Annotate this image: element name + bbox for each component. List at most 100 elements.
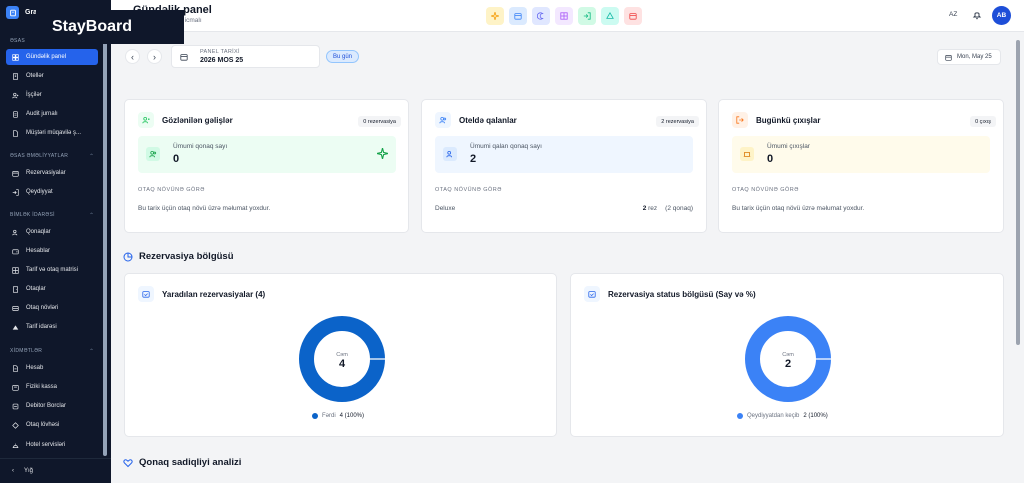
sidebar-section-main: ƏSAS — [10, 38, 25, 44]
metric-label: Ümumi qalan qonaq sayı — [470, 143, 542, 150]
current-date-text: Mon, May 25 — [957, 54, 992, 60]
sidebar-item-label: Hesablar — [26, 248, 51, 254]
empty-note: Bu tarix üçün otaq növü üzrə məlumat yox… — [732, 205, 865, 212]
grid-icon — [560, 12, 568, 20]
sidebar-item-label: Tarif idarəsi — [26, 324, 57, 330]
sidebar-item-label: Otaq növləri — [26, 305, 59, 311]
cash-icon — [12, 384, 19, 391]
sidebar-item-rooms[interactable]: Otaqlar — [6, 281, 98, 297]
panel-date-picker[interactable]: PANEL TARİXİ 2026 MOS 25 — [171, 45, 320, 68]
current-date-pill[interactable]: Mon, May 25 — [937, 49, 1001, 65]
debt-icon — [12, 403, 19, 409]
language-switcher[interactable]: AZ — [949, 11, 957, 18]
quick-action-button[interactable] — [486, 7, 504, 25]
quick-action-button[interactable] — [555, 7, 573, 25]
empty-note: Bu tarix üçün otaq növü üzrə məlumat yox… — [138, 205, 271, 212]
sidebar-item-label: Gündəlik panel — [26, 54, 67, 60]
bell-icon[interactable] — [972, 10, 982, 20]
sidebar-item-invoice[interactable]: Hesab — [6, 360, 98, 376]
group-label: OTAQ NÖVÜNƏ GÖRƏ — [435, 187, 502, 193]
panel-date-value: 2026 MOS 25 — [200, 57, 244, 64]
sidebar-item-daily-panel[interactable]: Gündəlik panel — [6, 49, 98, 65]
metric-box: Ümumi qonaq sayı 0 — [138, 136, 396, 173]
card-badge: 0 çıxış — [970, 116, 996, 127]
donut-chart: Cəm2 — [745, 316, 832, 402]
sidebar-section-label: BİMLƏK İDARƏSİ — [10, 212, 55, 218]
sidebar-scrollbar[interactable] — [103, 40, 107, 456]
sidebar-item-label: Qonaqlar — [26, 229, 51, 235]
metric-value: 0 — [767, 153, 774, 165]
sidebar-item-label: Rezervasiyalar — [26, 170, 66, 176]
sidebar-item-room-types[interactable]: Otaq növləri — [6, 300, 98, 316]
calendar-icon — [180, 54, 188, 61]
in-house-card: Oteldə qalanlar 2 rezervasiya Ümumi qala… — [421, 99, 707, 233]
sidebar-section-label: XİDMƏTLƏR — [10, 348, 43, 354]
sidebar-item-room-board[interactable]: Otaq lövhəsi — [6, 417, 98, 433]
quick-action-button[interactable] — [532, 7, 550, 25]
card-badge: 0 rezervasiya — [358, 116, 401, 127]
metric-box: Ümumi çıxışlar 0 — [732, 136, 990, 173]
layers-icon — [12, 305, 19, 311]
sidebar-item-audit-log[interactable]: Audit jurnalı — [6, 106, 98, 122]
audit-icon — [13, 110, 18, 118]
room-type-count: 2 — [642, 205, 647, 212]
sidebar-item-label: Müştəri müqavilə ş... — [26, 130, 82, 136]
quick-action-button[interactable] — [578, 7, 596, 25]
sparkle-icon — [491, 12, 499, 20]
room-type-unit: rez — [648, 205, 658, 212]
triangle-icon — [606, 12, 614, 19]
section-title: Qonaq sadiqliyi analizi — [139, 457, 242, 468]
sidebar-item-guests[interactable]: Qonaqlar — [6, 224, 98, 240]
chevron-up-icon: ⌃ — [89, 154, 95, 160]
sidebar-item-rate-management[interactable]: Tarif idarəsi — [6, 319, 98, 335]
sidebar-item-reservations[interactable]: Rezervasiyalar — [6, 165, 98, 181]
users-icon — [435, 112, 451, 128]
donut-center-value: 2 — [785, 358, 791, 370]
sidebar-item-accounts[interactable]: Hesablar — [6, 243, 98, 259]
sidebar-item-rate-matrix[interactable]: Tarif və otaq matrisi — [6, 262, 98, 278]
departures-card: Bugünkü çıxışlar 0 çıxış Ümumi çıxışlar … — [718, 99, 1004, 233]
sidebar-item-hotel-services[interactable]: Hotel servisləri — [6, 437, 98, 453]
section-title: Rezervasiya bölgüsü — [139, 251, 234, 262]
sidebar-item-checkin[interactable]: Qeydiyyat — [6, 184, 98, 200]
door-icon — [13, 285, 18, 293]
sidebar-section-services[interactable]: XİDMƏTLƏR ⌃ — [10, 348, 94, 355]
main-scrollbar[interactable] — [1016, 40, 1020, 345]
login-icon — [12, 188, 19, 196]
next-date-button[interactable]: › — [147, 49, 162, 64]
prev-date-button[interactable]: ‹ — [125, 49, 140, 64]
chevron-right-icon: › — [153, 51, 156, 62]
sidebar-item-customer-contracts[interactable]: Müştəri müqavilə ş... — [6, 125, 98, 141]
sidebar-section-property[interactable]: BİMLƏK İDARƏSİ ⌃ — [10, 212, 94, 219]
today-button[interactable]: Bu gün — [326, 50, 360, 63]
metric-box: Ümumi qalan qonaq sayı 2 — [435, 136, 693, 173]
sidebar-item-receivables[interactable]: Debitor Borclar — [6, 398, 98, 414]
sidebar-item-staff[interactable]: İşçilər — [6, 87, 98, 103]
top-header: Gündəlik panel ...anının real vaxt icmal… — [111, 0, 1024, 32]
user-avatar[interactable]: AB — [992, 6, 1011, 25]
grid-icon — [12, 266, 19, 274]
quick-actions — [486, 7, 642, 25]
metric-value: 2 — [470, 153, 477, 165]
quick-action-button[interactable] — [509, 7, 527, 25]
wallet-icon — [12, 248, 19, 254]
chart-legend: Qeydiyyatdan keçib 2 (100%) — [737, 413, 828, 419]
quick-action-button[interactable] — [601, 7, 619, 25]
legend-swatch — [737, 413, 743, 419]
sidebar-item-label: Tarif və otaq matrisi — [26, 267, 79, 273]
sidebar-collapse-button[interactable]: ‹ Yığ — [0, 458, 111, 483]
tag-icon — [12, 324, 19, 330]
calendar-icon — [12, 170, 19, 177]
moon-icon — [537, 12, 544, 20]
sidebar-item-label: Otaqlar — [26, 286, 46, 292]
document-icon — [13, 129, 18, 137]
room-type-count-group: 2 rez — [643, 205, 657, 212]
sidebar-item-hotels[interactable]: Otellər — [6, 68, 98, 84]
quick-action-button[interactable] — [624, 7, 642, 25]
sidebar-section-operations[interactable]: ƏSAS ƏMƏLİYYATLAR ⌃ — [10, 153, 94, 160]
calendar-icon — [945, 54, 952, 61]
status-breakdown-chart-card: Rezervasiya status bölgüsü (Say və %) Cə… — [570, 273, 1004, 437]
sidebar-item-cash-register[interactable]: Fiziki kassa — [6, 379, 98, 395]
sidebar: Granc ƏSAS Gündəlik panel Otellər İşçilə… — [0, 0, 111, 483]
chevron-up-icon: ⌃ — [89, 213, 95, 219]
